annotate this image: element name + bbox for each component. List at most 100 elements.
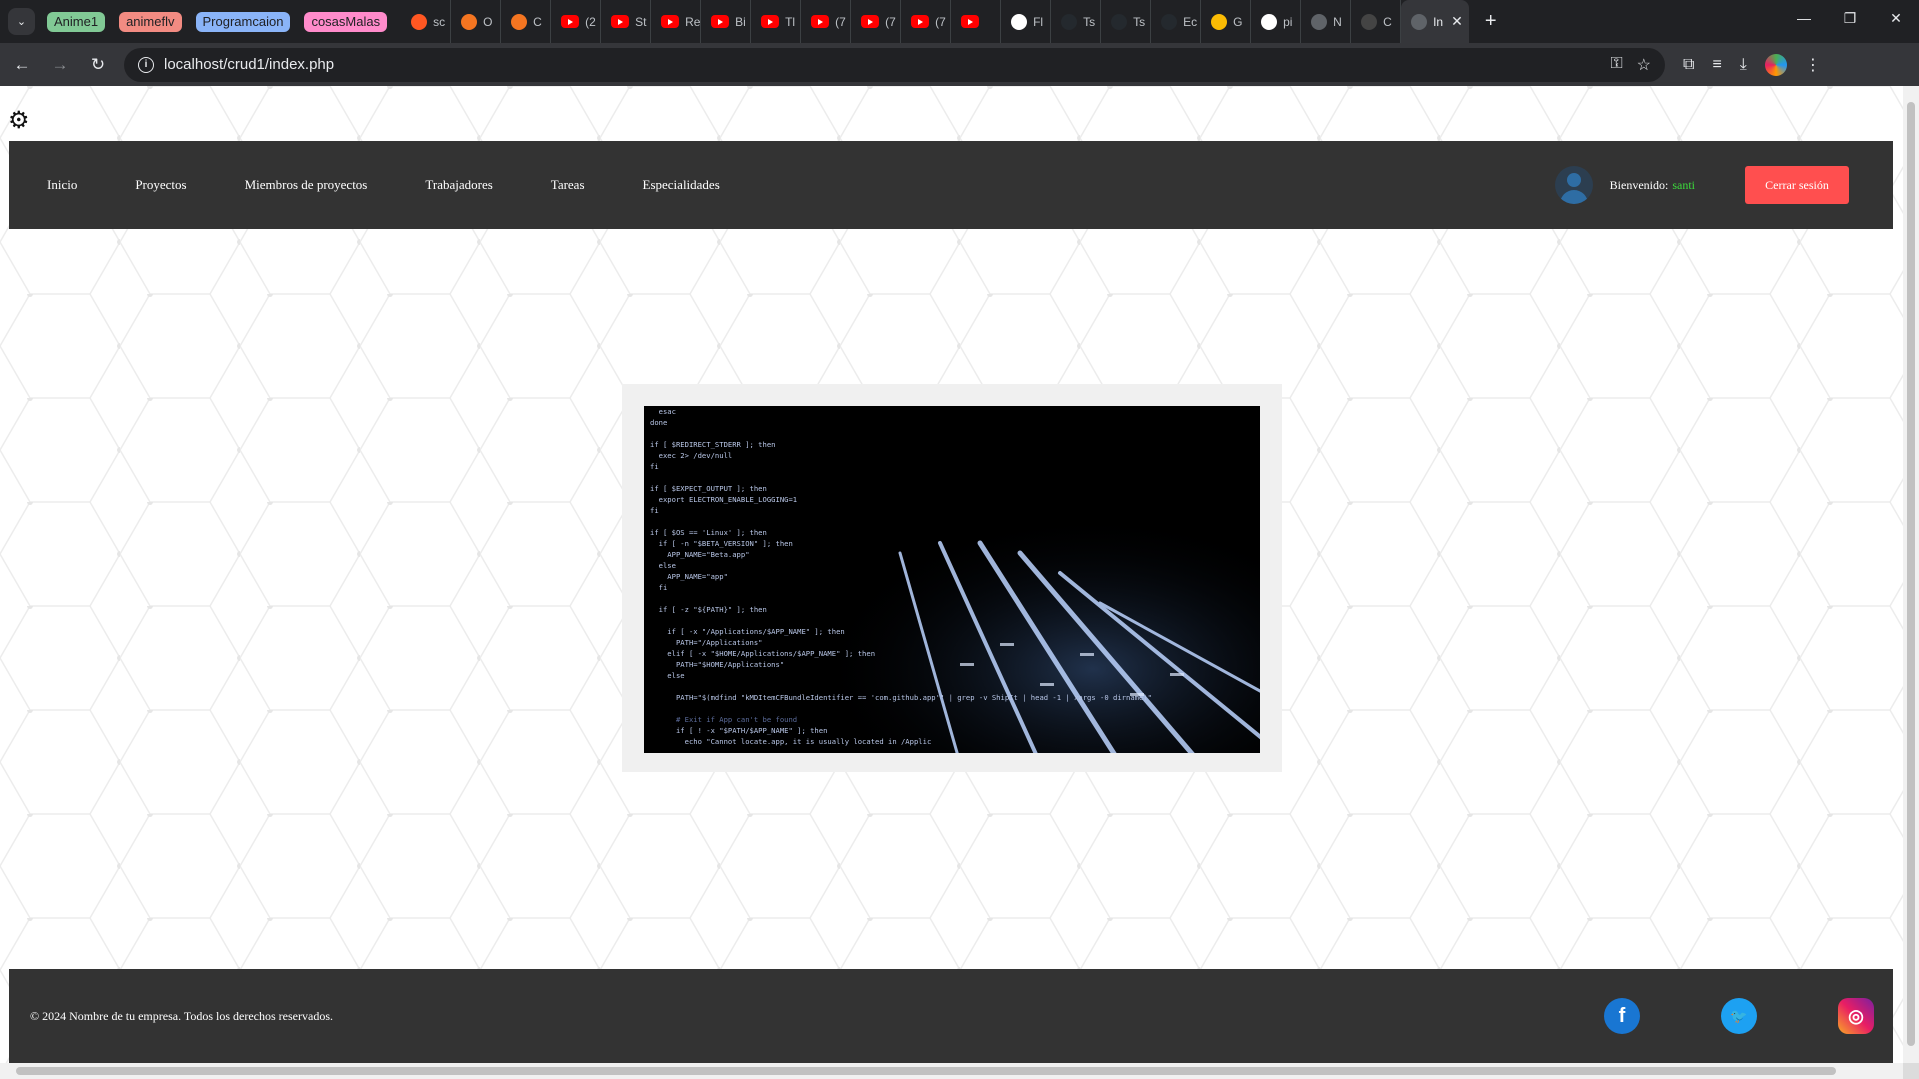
browser-tab[interactable]: Ts	[1101, 0, 1152, 43]
site-info-icon[interactable]: i	[138, 56, 154, 73]
tab-title: (7	[835, 14, 846, 29]
code-line: PATH="$(mdfind "kMDItemCFBundleIdentifie…	[650, 693, 1152, 702]
new-tab-button[interactable]: +	[1485, 10, 1497, 33]
vertical-scrollbar[interactable]	[1903, 86, 1919, 1063]
google-icon	[1011, 13, 1028, 30]
code-overlay: esac done if [ $REDIRECT_STDERR ]; then ex…	[650, 406, 1152, 747]
browser-tab[interactable]: (7	[801, 0, 852, 43]
github-icon	[1111, 13, 1128, 30]
tab-group-chip[interactable]: animeflv	[119, 11, 182, 32]
browser-tab[interactable]: pi	[1251, 0, 1302, 43]
profile-avatar-icon[interactable]	[1764, 53, 1787, 76]
back-icon[interactable]: ←	[6, 49, 38, 81]
tab-title: Ts	[1083, 14, 1096, 29]
chrome-icon	[1311, 13, 1328, 30]
tab-title: pi	[1283, 14, 1293, 29]
code-line: if [ -n "$BETA_VERSION" ]; then	[650, 539, 793, 548]
password-key-icon[interactable]: ⚿	[1610, 55, 1622, 75]
user-area: Bienvenido: santi Cerrar sesión	[1554, 166, 1893, 204]
tab-title: Re	[685, 14, 701, 29]
browser-tab[interactable]: Ts	[1051, 0, 1102, 43]
code-line: elif [ -x "$HOME/Applications/$APP_NAME"…	[650, 649, 876, 658]
nav-link-especialidades[interactable]: Especialidades	[643, 177, 720, 193]
close-tab-icon[interactable]: ✕	[1451, 13, 1463, 30]
minimize-icon[interactable]: —	[1781, 0, 1827, 36]
browser-tab[interactable]: Tl	[751, 0, 802, 43]
tab-title: (7	[935, 14, 946, 29]
code-line: else	[650, 671, 685, 680]
nav-link-trabajadores[interactable]: Trabajadores	[425, 177, 492, 193]
tab-title: Ts	[1133, 14, 1146, 29]
forward-icon[interactable]: →	[44, 49, 76, 81]
browser-tab[interactable]: Re	[651, 0, 702, 43]
browser-tab[interactable]: (7	[851, 0, 902, 43]
browser-tab[interactable]	[951, 0, 1002, 43]
tab-group-chip[interactable]: Anime1	[47, 11, 106, 32]
browser-tab[interactable]: Bi	[701, 0, 752, 43]
instagram-icon[interactable]: ◎	[1838, 998, 1874, 1034]
browser-tab[interactable]: N	[1301, 0, 1352, 43]
reload-icon[interactable]: ↻	[82, 49, 114, 81]
browser-tab[interactable]: G	[1201, 0, 1252, 43]
window-close-icon[interactable]: ✕	[1873, 0, 1919, 36]
browser-tab[interactable]: Ec	[1151, 0, 1202, 43]
browser-tab[interactable]: (2	[551, 0, 602, 43]
code-line: done	[650, 418, 668, 427]
code-line: APP_NAME="app"	[650, 572, 728, 581]
browser-tab[interactable]: C	[501, 0, 552, 43]
keep-icon	[1211, 13, 1228, 30]
tab-title: C	[533, 14, 542, 29]
active-tab[interactable]: In ✕	[1401, 0, 1469, 43]
youtube-icon	[911, 15, 930, 28]
bookmark-star-icon[interactable]: ☆	[1637, 55, 1651, 75]
code-line: if [ -x "/Applications/$APP_NAME" ]; the…	[650, 627, 845, 636]
tab-search-button[interactable]: ⌄	[8, 8, 35, 35]
vertical-scrollbar-thumb[interactable]	[1907, 102, 1915, 1046]
restore-icon[interactable]: ❐	[1827, 0, 1873, 36]
downloads-icon[interactable]: ⤓	[1740, 56, 1747, 74]
tab-group-chip[interactable]: cosasMalas	[304, 11, 388, 32]
code-line: # Exit if App can't be found	[650, 715, 798, 724]
browser-tab[interactable]: sc	[401, 0, 452, 43]
nav-link-miembros[interactable]: Miembros de proyectos	[245, 177, 368, 193]
extensions-icon[interactable]: ⧉	[1683, 56, 1694, 74]
nav-link-tareas[interactable]: Tareas	[551, 177, 585, 193]
logout-button[interactable]: Cerrar sesión	[1745, 166, 1849, 204]
tab-title: (7	[885, 14, 896, 29]
welcome-label: Bienvenido:	[1609, 177, 1669, 192]
code-line: if [ $EXPECT_OUTPUT ]; then	[650, 484, 767, 493]
browser-tab[interactable]: O	[451, 0, 502, 43]
tab-title: Ec	[1183, 14, 1198, 29]
horizontal-scrollbar-thumb[interactable]	[16, 1067, 1836, 1075]
address-bar[interactable]: i localhost/crud1/index.php ⚿ ☆	[124, 47, 1665, 82]
footer-copyright: © 2024 Nombre de tu empresa. Todos los d…	[30, 1008, 333, 1023]
horizontal-scrollbar[interactable]	[0, 1063, 1903, 1079]
facebook-icon[interactable]: f	[1604, 998, 1640, 1034]
twitter-icon[interactable]: 🐦	[1721, 998, 1757, 1034]
tab-group-chip[interactable]: Programcaion	[195, 11, 291, 32]
github-icon	[1061, 13, 1078, 30]
code-line: fi	[650, 583, 668, 592]
nav-link-proyectos[interactable]: Proyectos	[135, 177, 186, 193]
tab-title: Bi	[735, 14, 746, 29]
code-line: export ELECTRON_ENABLE_LOGGING=1	[650, 495, 798, 504]
tab-title: C	[1383, 14, 1392, 29]
nav-link-inicio[interactable]: Inicio	[47, 177, 77, 193]
browser-tab[interactable]: St	[601, 0, 652, 43]
code-line: else	[650, 561, 676, 570]
accessibility-widget-icon[interactable]: ⚙	[8, 106, 30, 135]
media-controls-icon[interactable]: ≡	[1712, 56, 1721, 74]
youtube-icon	[611, 15, 630, 28]
code-line: exec 2> /dev/null	[650, 451, 733, 460]
browser-tab[interactable]: Fl	[1001, 0, 1052, 43]
username: santi	[1672, 177, 1695, 192]
code-line: echo "Cannot locate.app, it is usually l…	[650, 737, 932, 746]
hero-image: esac done if [ $REDIRECT_STDERR ]; then ex…	[644, 406, 1260, 753]
browser-tab[interactable]: (7	[901, 0, 952, 43]
browser-tab[interactable]: C	[1351, 0, 1402, 43]
youtube-icon	[761, 15, 780, 28]
user-avatar-icon	[1554, 166, 1593, 204]
menu-kebab-icon[interactable]: ⋮	[1805, 55, 1821, 75]
github-icon	[1161, 13, 1178, 30]
